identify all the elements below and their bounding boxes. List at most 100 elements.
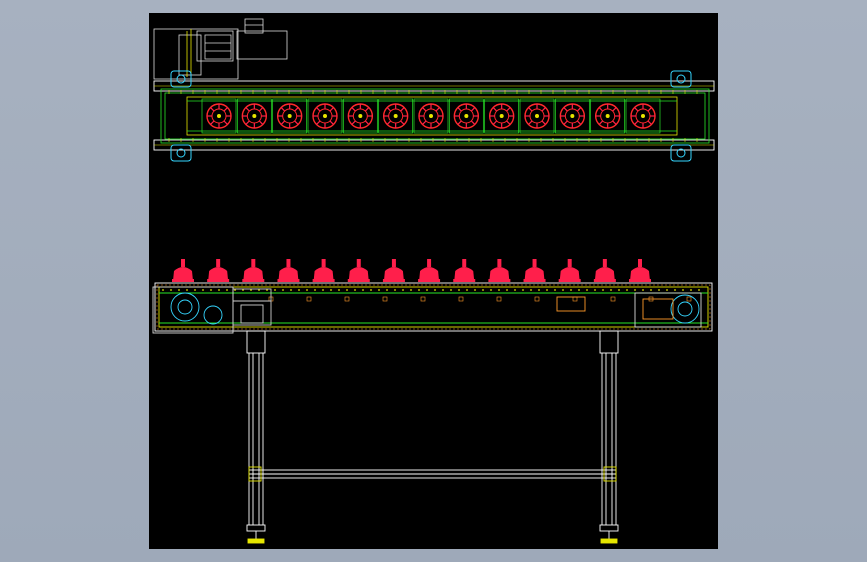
chain-link xyxy=(626,289,628,291)
cad-viewer-window xyxy=(0,0,867,562)
plan-fixture-wheel xyxy=(484,98,520,134)
chain-bracket xyxy=(610,296,616,302)
chain-link xyxy=(322,289,324,291)
plan-fixture-wheel xyxy=(625,98,661,134)
chain-link xyxy=(274,289,276,291)
chain-link xyxy=(554,289,556,291)
plan-view xyxy=(153,18,715,162)
chain-link xyxy=(490,289,492,291)
chain-bracket xyxy=(382,296,388,302)
elevation-fixture xyxy=(277,259,300,282)
chain-link xyxy=(290,289,292,291)
chain-link xyxy=(514,289,516,291)
chain-link xyxy=(314,289,316,291)
plan-fixture-wheel xyxy=(236,98,272,134)
chain-link xyxy=(690,289,692,291)
plan-fixture-wheel xyxy=(413,98,449,134)
chain-link xyxy=(570,289,572,291)
chain-link xyxy=(186,289,188,291)
chain-link xyxy=(474,289,476,291)
chain-link xyxy=(458,289,460,291)
chain-link xyxy=(658,289,660,291)
plan-fixture-wheel xyxy=(201,98,237,134)
chain-link xyxy=(602,289,604,291)
plan-fixture-wheel xyxy=(590,98,626,134)
conveyor-drawing xyxy=(152,18,715,544)
plan-fixture-wheel xyxy=(272,98,308,134)
plan-fixture-wheel xyxy=(448,98,484,134)
chain-link xyxy=(386,289,388,291)
elevation-fixture xyxy=(207,259,230,282)
chain-link xyxy=(378,289,380,291)
chain-link xyxy=(418,289,420,291)
elevation-fixtures xyxy=(172,259,651,282)
support-legs xyxy=(246,330,619,544)
elevation-fixture xyxy=(593,259,616,282)
chain-link xyxy=(578,289,580,291)
chain-bracket xyxy=(572,296,578,302)
chain-link xyxy=(682,289,684,291)
chain-link xyxy=(354,289,356,291)
chain-link xyxy=(698,289,700,291)
chain-link xyxy=(218,289,220,291)
elevation-fixture xyxy=(172,259,194,282)
chain-bracket xyxy=(458,296,464,302)
chain-link xyxy=(674,289,676,291)
chain-bracket xyxy=(496,296,502,302)
chain-link xyxy=(618,289,620,291)
plan-frame xyxy=(153,80,715,151)
chain-link xyxy=(394,289,396,291)
elevation-fixture xyxy=(242,259,265,282)
plan-fixture-wheel xyxy=(307,98,343,134)
chain-link xyxy=(610,289,612,291)
elevation-fixture xyxy=(488,259,511,282)
chain-link xyxy=(338,289,340,291)
chain-link xyxy=(426,289,428,291)
chain-bracket xyxy=(534,296,540,302)
chain-link xyxy=(522,289,524,291)
belt-chain xyxy=(162,289,700,302)
plan-fixture-wheel xyxy=(342,98,378,134)
elevation-fixture xyxy=(453,259,476,282)
chain-bracket xyxy=(686,296,692,302)
chain-link xyxy=(194,289,196,291)
chain-link xyxy=(594,289,596,291)
elevation-tail-end xyxy=(556,292,702,328)
plan-fixture-wheel xyxy=(554,98,590,134)
elevation-fixture xyxy=(312,259,335,282)
chain-link xyxy=(402,289,404,291)
chain-link xyxy=(546,289,548,291)
chain-link xyxy=(666,289,668,291)
chain-link xyxy=(362,289,364,291)
chain-link xyxy=(442,289,444,291)
chain-link xyxy=(210,289,212,291)
chain-link xyxy=(410,289,412,291)
chain-link xyxy=(370,289,372,291)
chain-link xyxy=(538,289,540,291)
plan-fixture-wheel xyxy=(378,98,414,134)
chain-link xyxy=(434,289,436,291)
chain-link xyxy=(450,289,452,291)
elevation-fixture xyxy=(347,259,370,282)
chain-link xyxy=(586,289,588,291)
chain-link xyxy=(330,289,332,291)
drive-motor xyxy=(153,18,288,80)
chain-link xyxy=(650,289,652,291)
cad-drawing-canvas[interactable] xyxy=(149,13,718,549)
elevation-fixture xyxy=(558,259,581,282)
elevation-fixture xyxy=(629,259,651,282)
chain-link xyxy=(170,289,172,291)
chain-link xyxy=(530,289,532,291)
chain-link xyxy=(226,289,228,291)
plan-fixture-wheel xyxy=(519,98,555,134)
chain-bracket xyxy=(306,296,312,302)
elevation-fixture xyxy=(382,259,405,282)
elevation-frame xyxy=(154,282,713,332)
chain-link xyxy=(482,289,484,291)
chain-bracket xyxy=(344,296,350,302)
chain-link xyxy=(498,289,500,291)
chain-link xyxy=(642,289,644,291)
plan-fixtures xyxy=(201,98,661,134)
elevation-drive-end xyxy=(152,286,272,334)
chain-link xyxy=(346,289,348,291)
